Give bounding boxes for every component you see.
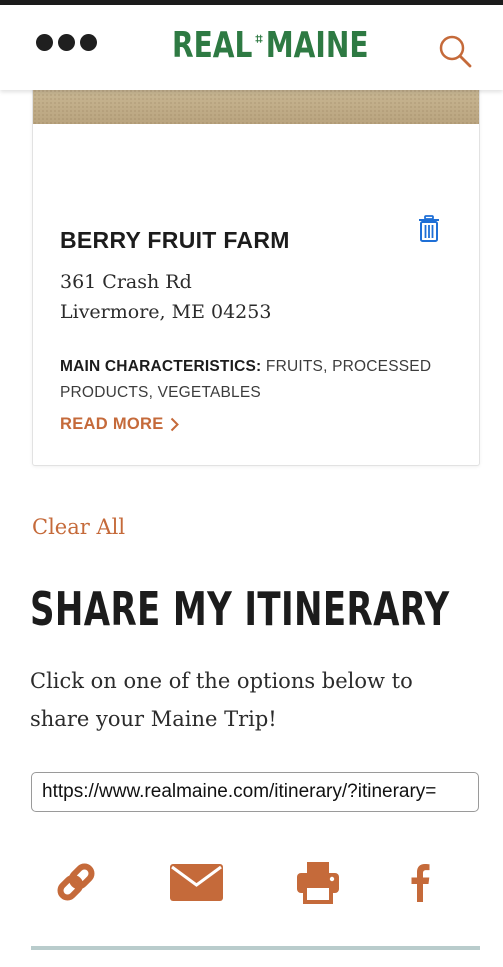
dot <box>58 34 75 51</box>
real-maine-logo[interactable]: REAL ⌗ MAINE <box>172 23 369 67</box>
share-description: Click on one of the options below to sha… <box>30 669 413 731</box>
clear-all-link[interactable]: Clear All <box>32 515 125 539</box>
link-icon[interactable] <box>54 860 98 904</box>
characteristics-label: MAIN CHARACTERISTICS: <box>60 358 262 375</box>
share-options <box>0 856 503 908</box>
itinerary-url-field[interactable] <box>31 772 479 812</box>
dot <box>80 34 97 51</box>
site-header: REAL ⌗ MAINE <box>0 5 503 90</box>
section-divider <box>31 946 480 950</box>
email-icon[interactable] <box>170 864 223 901</box>
logo-text-left: REAL <box>172 24 253 66</box>
print-icon[interactable] <box>297 862 339 904</box>
address-line-2: Livermore, ME 04253 <box>60 301 272 323</box>
chevron-right-icon <box>170 417 179 432</box>
search-icon[interactable] <box>437 33 473 69</box>
itinerary-card: BERRY FRUIT FARM 361 Crash Rd Livermore,… <box>32 60 480 466</box>
main-characteristics: MAIN CHARACTERISTICS: FRUITS, PROCESSED … <box>60 354 460 406</box>
facebook-icon[interactable] <box>410 862 430 902</box>
read-more-label: READ MORE <box>60 415 164 433</box>
logo-tree-mark: ⌗ <box>255 29 263 48</box>
read-more-link[interactable]: READ MORE <box>60 415 179 434</box>
share-title: SHARE MY ITINERARY <box>30 582 450 636</box>
dot <box>36 34 53 51</box>
trash-icon[interactable] <box>417 215 441 243</box>
farm-name: BERRY FRUIT FARM <box>60 227 290 253</box>
farm-address: 361 Crash Rd Livermore, ME 04253 <box>60 267 271 327</box>
more-dots-icon[interactable] <box>36 34 97 52</box>
address-line-1: 361 Crash Rd <box>60 271 192 293</box>
logo-text-right: MAINE <box>265 24 369 66</box>
